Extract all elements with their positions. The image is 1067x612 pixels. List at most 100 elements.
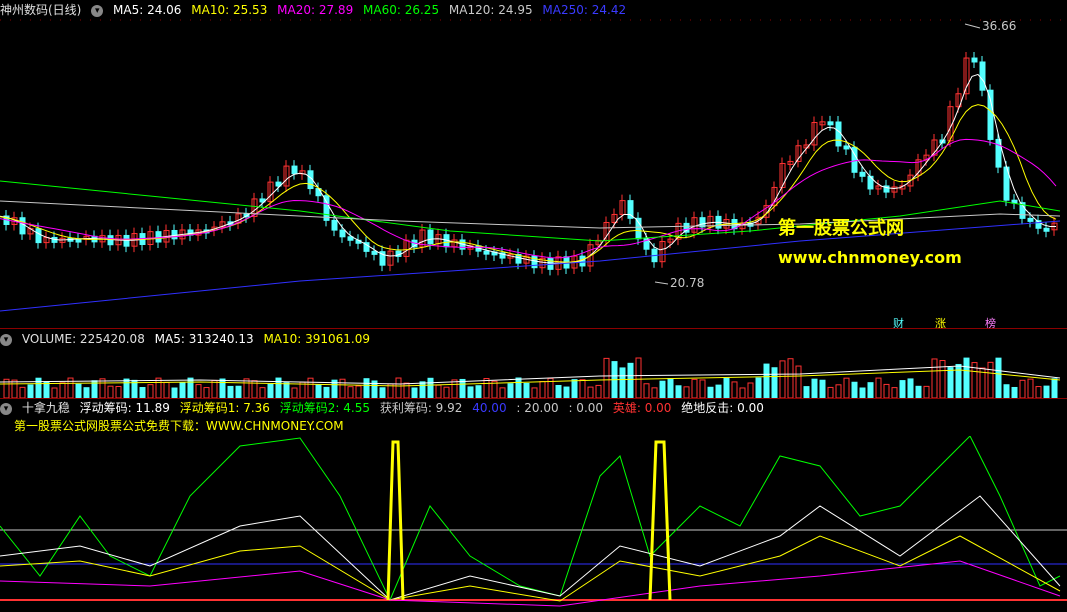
promo-text: 第一股票公式网股票公式免费下载：WWW.CHNMONEY.COM bbox=[14, 419, 344, 433]
volume-bar bbox=[427, 377, 434, 398]
volume-bar bbox=[587, 386, 594, 398]
volume-bar bbox=[219, 378, 226, 398]
volume-bar bbox=[955, 363, 962, 398]
volume-bar bbox=[835, 384, 842, 398]
candle-body bbox=[827, 121, 834, 126]
candle-body bbox=[35, 228, 42, 244]
volume-bar bbox=[43, 381, 50, 398]
volume-bar bbox=[1003, 384, 1010, 398]
price-chart[interactable] bbox=[0, 16, 1067, 328]
volume-bar bbox=[667, 378, 674, 398]
volume-bar bbox=[235, 385, 242, 398]
divider-2 bbox=[0, 398, 1067, 399]
indicator-header: ▾ 十拿九稳 浮动筹码: 11.89 浮动筹码1: 7.36 浮动筹码2: 4.… bbox=[0, 400, 770, 416]
volume-bar bbox=[435, 384, 442, 398]
ma20-label: MA20: 27.89 bbox=[277, 3, 354, 17]
price-low-label: 20.78 bbox=[670, 276, 705, 290]
volume-bar bbox=[163, 381, 170, 398]
volume-bar bbox=[315, 384, 322, 398]
volume-bar bbox=[339, 378, 346, 398]
volume-bar bbox=[467, 386, 474, 398]
volume-bar bbox=[963, 357, 970, 398]
candle-body bbox=[835, 121, 842, 147]
candle-body bbox=[635, 217, 642, 240]
volume-bar bbox=[715, 384, 722, 398]
volume-bar bbox=[99, 378, 106, 398]
volume-bar bbox=[115, 385, 122, 398]
volume-bar bbox=[579, 379, 586, 398]
chevron-down-icon[interactable]: ▾ bbox=[91, 4, 104, 17]
volume-bar bbox=[691, 378, 698, 398]
volume-bar bbox=[595, 384, 602, 398]
volume-bar bbox=[155, 377, 162, 398]
floating-chips-line bbox=[0, 436, 1061, 602]
volume-bar bbox=[451, 379, 458, 398]
divider-1 bbox=[0, 328, 1067, 329]
volume-bar bbox=[459, 378, 466, 398]
low-marker bbox=[654, 281, 669, 285]
volume-bar bbox=[659, 380, 666, 398]
candle-body bbox=[371, 250, 378, 255]
indicator-name: 十拿九稳 bbox=[21, 401, 70, 415]
candle-body bbox=[331, 219, 338, 231]
candle-body bbox=[123, 234, 130, 247]
chevron-down-icon[interactable]: ▾ bbox=[0, 402, 12, 415]
volume-bar bbox=[627, 362, 634, 398]
volume-bar bbox=[939, 360, 946, 398]
volume-bar bbox=[539, 381, 546, 398]
volume-bar bbox=[1043, 385, 1050, 398]
volume-bar bbox=[899, 380, 906, 398]
volume-bar bbox=[907, 378, 914, 398]
volume-bar bbox=[1035, 386, 1042, 398]
profit-chips: 获利筹码: 9.92 bbox=[379, 401, 463, 415]
ma250-label: MA250: 24.42 bbox=[542, 3, 627, 17]
volume-bar bbox=[555, 384, 562, 398]
volume-bar bbox=[643, 383, 650, 398]
volume-bar bbox=[923, 385, 930, 398]
volume-value: VOLUME: 225420.08 bbox=[21, 332, 145, 346]
volume-bar bbox=[747, 382, 754, 398]
volume-bar bbox=[795, 365, 802, 398]
volume-bar bbox=[267, 383, 274, 398]
candle-body bbox=[1027, 217, 1034, 222]
volume-bar bbox=[483, 378, 490, 398]
volume-bar bbox=[363, 378, 370, 398]
indicator-chart[interactable] bbox=[0, 436, 1067, 612]
volume-bar bbox=[851, 381, 858, 398]
volume-ma5: MA5: 313240.13 bbox=[154, 332, 254, 346]
volume-bar bbox=[875, 377, 882, 398]
volume-bar bbox=[419, 381, 426, 398]
volume-bar bbox=[11, 379, 18, 398]
volume-bar bbox=[827, 386, 834, 398]
volume-bar bbox=[603, 357, 610, 398]
volume-ma10: MA10: 391061.09 bbox=[263, 332, 371, 346]
volume-bar bbox=[931, 358, 938, 398]
hero-spike-1 bbox=[386, 440, 405, 601]
volume-bar bbox=[1051, 378, 1058, 398]
volume-bar bbox=[1011, 386, 1018, 398]
volume-chart[interactable] bbox=[0, 346, 1067, 398]
candle-body bbox=[843, 145, 850, 150]
floating-chips-2: 浮动筹码2: 4.55 bbox=[279, 401, 370, 415]
volume-bar bbox=[707, 386, 714, 398]
volume-bar bbox=[515, 377, 522, 398]
volume-bar bbox=[563, 386, 570, 398]
floating-chips-2-line bbox=[0, 535, 1061, 602]
chevron-down-icon[interactable]: ▾ bbox=[0, 333, 12, 346]
volume-bar bbox=[803, 386, 810, 398]
volume-bar bbox=[1019, 379, 1026, 398]
candle-body bbox=[291, 165, 298, 175]
level-0: : 0.00 bbox=[568, 401, 604, 415]
volume-bar bbox=[755, 377, 762, 398]
volume-bar bbox=[475, 385, 482, 398]
candle-body bbox=[1043, 227, 1050, 232]
volume-bar bbox=[323, 386, 330, 398]
candle-body bbox=[171, 229, 178, 240]
level-20: : 20.00 bbox=[516, 401, 559, 415]
volume-bar bbox=[123, 378, 130, 398]
floating-chips-1: 浮动筹码1: 7.36 bbox=[179, 401, 270, 415]
volume-bar bbox=[347, 386, 354, 398]
price-high-label: 36.66 bbox=[982, 19, 1017, 33]
volume-bar bbox=[891, 387, 898, 398]
volume-bar bbox=[787, 358, 794, 398]
